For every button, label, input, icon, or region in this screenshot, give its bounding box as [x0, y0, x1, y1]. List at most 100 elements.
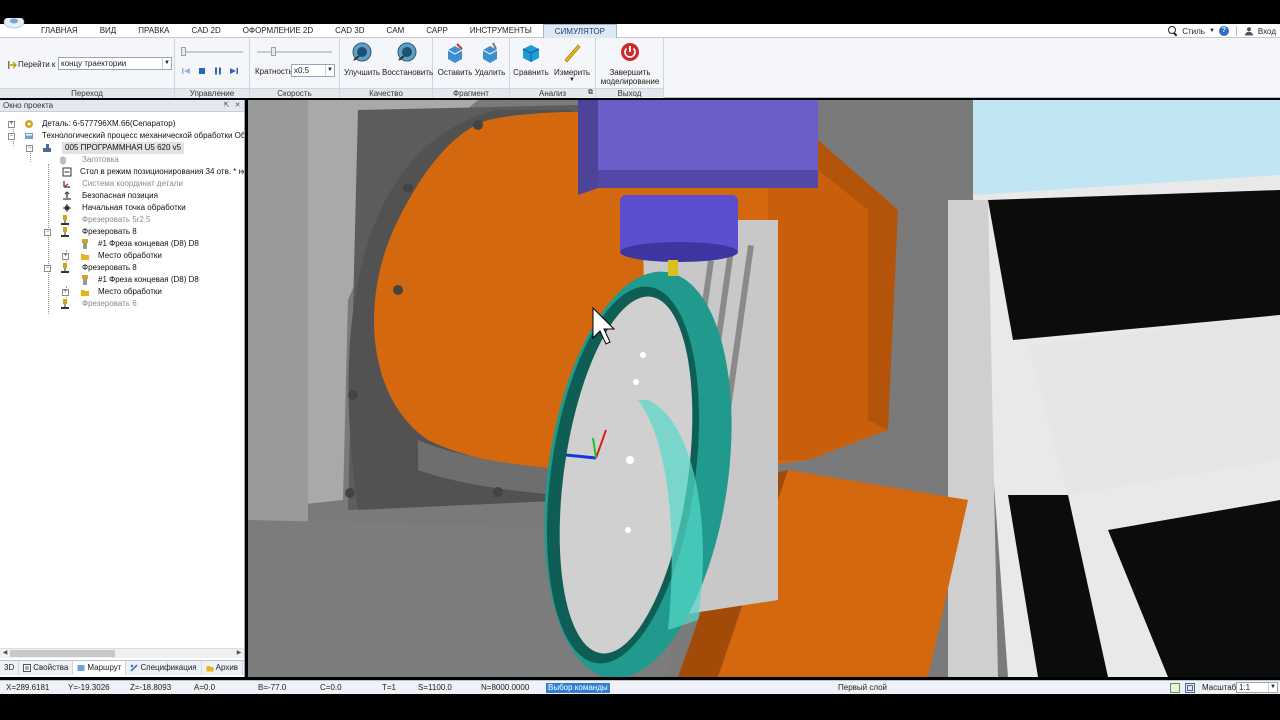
panel-tab-properties[interactable]: Свойства — [19, 661, 74, 675]
delete-label: Удалить — [474, 68, 506, 77]
to-start-icon[interactable] — [181, 66, 191, 76]
panel-tab-specification[interactable]: Спецификация — [126, 661, 202, 675]
tab-tools[interactable]: ИНСТРУМЕНТЫ — [459, 24, 543, 38]
panel-tab-archive[interactable]: Архив — [202, 661, 244, 675]
speed-slider-handle[interactable] — [271, 47, 276, 56]
tab-cad2d[interactable]: CAD 2D — [180, 24, 231, 38]
tree-item-workpiece[interactable]: Заготовка — [82, 154, 119, 166]
chevron-down-icon[interactable]: ▼ — [552, 77, 592, 83]
bolt — [393, 285, 403, 295]
tree-item-tool-1[interactable]: #1 Фреза концевая (D8) D8 — [98, 238, 199, 250]
tree-item-operation[interactable]: 005 ПРОГРАММНАЯ U5 620 v5 — [62, 142, 185, 154]
status-command: Выбор команды — [546, 683, 610, 693]
stop-icon[interactable] — [197, 66, 207, 76]
delete-button[interactable]: Удалить — [473, 42, 507, 77]
close-icon[interactable]: ✕ — [233, 101, 242, 110]
scroll-left-icon[interactable]: ◀ — [0, 649, 10, 658]
tree-expander[interactable]: + — [8, 121, 15, 128]
tree-item-milling-3[interactable]: Фрезеровать 8 — [82, 262, 137, 274]
scrollbar-thumb[interactable] — [10, 650, 115, 657]
goto-label: Перейти к — [18, 60, 56, 69]
keep-button[interactable]: Оставить — [437, 42, 473, 77]
tree-expander[interactable]: + — [62, 253, 69, 260]
keep-fragment-icon — [447, 43, 463, 63]
tab-simulator[interactable]: СИМУЛЯТОР — [542, 24, 617, 38]
tree-item-tool-2[interactable]: #1 Фреза концевая (D8) D8 — [98, 274, 199, 286]
speed-slider[interactable] — [257, 47, 332, 56]
panel-tab-label: Спецификация — [140, 663, 197, 672]
compare-button[interactable]: Сравнить — [512, 42, 550, 77]
progress-slider-handle[interactable] — [181, 47, 186, 56]
tab-capp[interactable]: САРР — [415, 24, 459, 38]
group-label-analysis: Анализ — [510, 88, 595, 98]
process-icon — [25, 133, 33, 139]
tree-item-process[interactable]: Технологический процесс механической обр… — [42, 130, 244, 142]
measure-button[interactable]: Измерить ▼ — [552, 42, 592, 83]
goto-select[interactable]: концу траектории ▼ — [58, 57, 172, 70]
simulation-viewport[interactable] — [248, 100, 1280, 677]
tree-item-machining-place-2[interactable]: Место обработки — [98, 286, 162, 298]
panel-tab-label: Архив — [215, 663, 239, 672]
tree-expander[interactable]: + — [62, 289, 69, 296]
milling-icon — [61, 263, 69, 273]
project-panel-title-text: Окно проекта — [3, 101, 54, 110]
status-n: N=8000.0000 — [481, 683, 530, 692]
view-icon[interactable] — [1185, 683, 1195, 693]
tree-scrollbar[interactable]: ◀ ▶ — [0, 648, 244, 658]
tab-home[interactable]: ГЛАВНАЯ — [30, 24, 89, 38]
tree-item-safe-position[interactable]: Безопасная позиция — [82, 190, 158, 202]
pause-icon[interactable] — [213, 66, 223, 76]
tree-item-milling-2[interactable]: Фрезеровать 8 — [82, 226, 137, 238]
scroll-right-icon[interactable]: ▶ — [234, 649, 244, 658]
improve-button[interactable]: Улучшить — [343, 42, 381, 77]
tree-item-start-point[interactable]: Начальная точка обработки — [82, 202, 186, 214]
tab-view[interactable]: ВИД — [89, 24, 128, 38]
to-end-icon[interactable] — [229, 66, 239, 76]
layer-icon[interactable] — [1170, 683, 1180, 693]
ruler-icon — [564, 44, 581, 63]
menu-bar: ГЛАВНАЯ ВИД ПРАВКА CAD 2D ОФОРМЛЕНИЕ 2D … — [0, 18, 1280, 38]
tree-expander[interactable]: − — [44, 229, 51, 236]
tab-drawing2d[interactable]: ОФОРМЛЕНИЕ 2D — [232, 24, 324, 38]
panel-tab-route[interactable]: Маршрут — [73, 661, 127, 675]
status-x: X=289.6181 — [6, 683, 50, 692]
finish-simulation-button[interactable]: Завершить моделирование — [598, 42, 662, 86]
ring-hole — [625, 527, 631, 533]
dialog-launcher-icon[interactable]: ⧉ — [588, 89, 593, 97]
tab-edit[interactable]: ПРАВКА — [127, 24, 180, 38]
pin-icon[interactable]: ⇱ — [222, 101, 231, 110]
compare-icon — [522, 45, 540, 62]
ribbon: Перейти к концу траектории ▼ Переход Упр… — [0, 38, 1280, 98]
tab-cad3d[interactable]: CAD 3D — [324, 24, 375, 38]
tree-expander[interactable]: − — [44, 265, 51, 272]
group-exit: Завершить моделирование Выход — [596, 38, 664, 98]
login-link[interactable]: Вход — [1258, 27, 1276, 36]
tree-item-milling-1[interactable]: Фрезеровать 5r2.5 — [82, 214, 150, 226]
restore-button[interactable]: Восстановить — [382, 42, 433, 77]
multiplicity-select[interactable]: x0.5 ▼ — [291, 64, 335, 77]
tree-item-milling-4[interactable]: Фрезеровать 6 — [82, 298, 137, 310]
panel-tab-3d[interactable]: 3D — [0, 661, 20, 675]
safe-position-icon — [63, 191, 71, 200]
chevron-down-icon[interactable]: ▼ — [1209, 28, 1215, 34]
measure-label: Измерить — [553, 68, 591, 77]
tree-item-coordinate-system[interactable]: Система координат детали — [82, 178, 183, 190]
app-logo-icon[interactable] — [2, 18, 26, 32]
coordinate-system-icon — [63, 181, 70, 188]
progress-slider[interactable] — [181, 47, 243, 56]
tab-cam[interactable]: CAM — [375, 24, 415, 38]
search-icon[interactable] — [1168, 26, 1178, 36]
style-menu[interactable]: Стиль — [1182, 27, 1205, 36]
tree-expander[interactable]: − — [26, 145, 33, 152]
user-icon[interactable] — [1244, 26, 1254, 36]
tree-expander[interactable]: − — [8, 133, 15, 140]
tree-item-detail[interactable]: Деталь: 6-577796ХМ.66(Сепаратор) — [42, 118, 175, 130]
scale-select[interactable]: 1:1 ▼ — [1236, 682, 1278, 693]
chevron-down-icon[interactable]: ▼ — [1268, 683, 1277, 692]
tree-item-machining-place-1[interactable]: Место обработки — [98, 250, 162, 262]
help-icon[interactable]: ? — [1218, 26, 1229, 36]
chevron-down-icon[interactable]: ▼ — [325, 65, 334, 76]
milling-icon — [61, 215, 69, 225]
chevron-down-icon[interactable]: ▼ — [162, 58, 171, 69]
tree-item-table-mode[interactable]: Стол в режим позиционирования 34 отв. * … — [80, 166, 244, 178]
